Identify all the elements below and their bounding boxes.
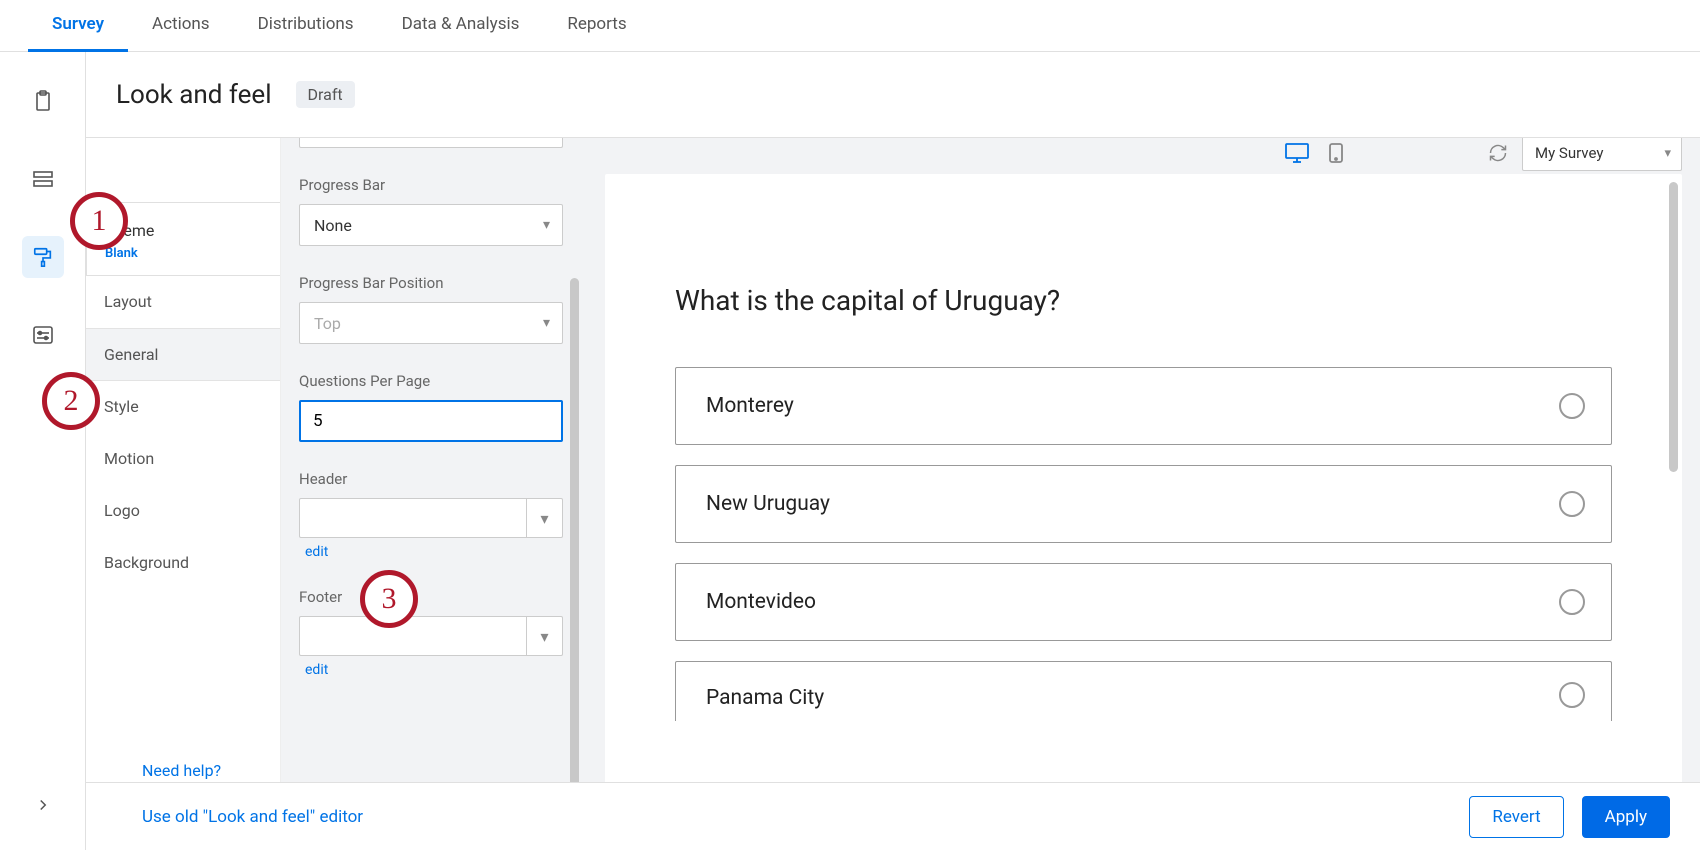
questions-per-page-label: Questions Per Page (299, 372, 563, 390)
icon-rail (0, 52, 86, 850)
old-editor-link[interactable]: Use old "Look and feel" editor (142, 807, 363, 827)
tab-data-analysis[interactable]: Data & Analysis (378, 0, 544, 52)
page-title: Look and feel (116, 80, 272, 110)
sidebar-item-style[interactable]: Style (86, 381, 280, 433)
chevron-down-icon: ▾ (543, 217, 550, 233)
preview-pane: My Survey ▾ What is the capital of Urugu… (581, 138, 1700, 850)
chevron-down-icon: ▾ (540, 509, 548, 528)
tab-actions[interactable]: Actions (128, 0, 234, 52)
paint-icon[interactable] (22, 236, 64, 278)
progress-bar-pos-label: Progress Bar Position (299, 274, 563, 292)
option-row[interactable]: Panama City (675, 661, 1612, 721)
option-row[interactable]: Montevideo (675, 563, 1612, 641)
option-label: Panama City (706, 686, 824, 710)
footer-label: Footer (299, 588, 563, 606)
tab-survey[interactable]: Survey (28, 0, 128, 52)
mobile-icon[interactable] (1328, 142, 1344, 164)
callout-1: 1 (70, 192, 128, 250)
preview-scrollbar[interactable] (1669, 182, 1678, 472)
option-row[interactable]: Monterey (675, 367, 1612, 445)
revert-button[interactable]: Revert (1469, 796, 1563, 838)
preview-toolbar: My Survey ▾ (605, 138, 1682, 168)
header-field[interactable] (299, 498, 527, 538)
blocks-icon[interactable] (22, 158, 64, 200)
sidebar-item-layout[interactable]: Layout (86, 276, 280, 328)
page-header: Look and feel Draft (86, 52, 1700, 138)
chevron-down-icon: ▾ (540, 627, 548, 646)
questions-per-page-input[interactable] (299, 400, 563, 442)
progress-bar-pos-select[interactable]: Top ▾ (299, 302, 563, 344)
footer-dropdown-button[interactable]: ▾ (527, 616, 563, 656)
expand-rail-icon[interactable] (22, 784, 64, 826)
question-text: What is the capital of Uruguay? (675, 284, 1612, 317)
radio-icon (1559, 393, 1585, 419)
radio-icon (1559, 682, 1585, 708)
header-dropdown-button[interactable]: ▾ (527, 498, 563, 538)
tab-reports[interactable]: Reports (543, 0, 650, 52)
theme-heading: Theme (105, 221, 262, 240)
need-help-link[interactable]: Need help? (142, 761, 221, 780)
option-label: Monterey (706, 394, 794, 418)
settings-scrollbar[interactable] (570, 278, 579, 850)
option-label: Montevideo (706, 590, 816, 614)
apply-button[interactable]: Apply (1582, 796, 1670, 838)
header-label: Header (299, 470, 563, 488)
footer-edit-link[interactable]: edit (299, 662, 328, 678)
progress-bar-label: Progress Bar (299, 176, 563, 194)
sidebar-item-logo[interactable]: Logo (86, 485, 280, 537)
tab-distributions[interactable]: Distributions (234, 0, 378, 52)
desktop-icon[interactable] (1284, 142, 1310, 164)
preview-surface: What is the capital of Uruguay? Monterey… (605, 174, 1682, 850)
progress-bar-select[interactable]: None ▾ (299, 204, 563, 246)
settings-pane: Back ▾ Progress Bar None ▾ Progress Bar … (281, 138, 581, 850)
progress-bar-pos-value: Top (314, 314, 341, 333)
sidebar-item-background[interactable]: Background (86, 537, 280, 589)
footer-field[interactable] (299, 616, 527, 656)
top-tabs: Survey Actions Distributions Data & Anal… (0, 0, 1700, 52)
back-button-select[interactable]: Back ▾ (299, 138, 563, 148)
footer-bar: Use old "Look and feel" editor Revert Ap… (86, 782, 1700, 850)
header-edit-link[interactable]: edit (299, 544, 328, 560)
option-label: New Uruguay (706, 492, 830, 516)
chevron-down-icon: ▾ (543, 315, 550, 331)
sliders-icon[interactable] (22, 314, 64, 356)
survey-select[interactable]: My Survey ▾ (1522, 138, 1682, 171)
callout-2: 2 (42, 372, 100, 430)
clipboard-icon[interactable] (22, 80, 64, 122)
survey-select-value: My Survey (1535, 144, 1603, 162)
refresh-icon[interactable] (1488, 143, 1508, 163)
radio-icon (1559, 491, 1585, 517)
sidebar-item-general[interactable]: General (86, 328, 280, 381)
chevron-down-icon: ▾ (1664, 146, 1671, 161)
progress-bar-value: None (314, 216, 352, 235)
sidebar-item-motion[interactable]: Motion (86, 433, 280, 485)
status-badge: Draft (296, 81, 355, 108)
radio-icon (1559, 589, 1585, 615)
callout-3: 3 (360, 570, 418, 628)
option-row[interactable]: New Uruguay (675, 465, 1612, 543)
theme-value: Blank (105, 246, 262, 261)
